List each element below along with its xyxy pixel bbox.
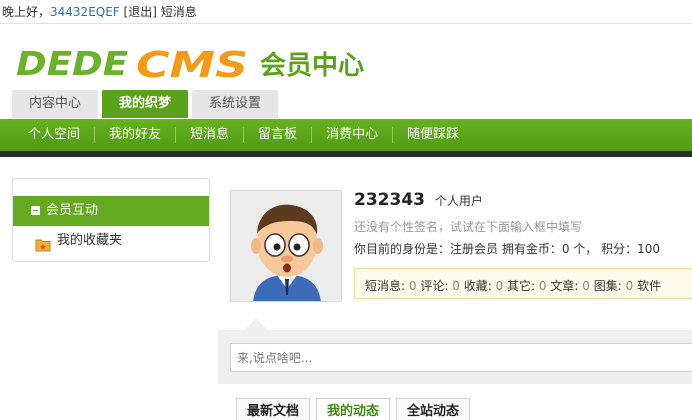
tab-system-settings[interactable]: 系统设置 [192,90,279,118]
username-text: 232343 [354,190,425,210]
stat-albums[interactable]: 图集: 0 [594,279,634,293]
status-post-input[interactable] [230,343,692,372]
logo-dede: DEDE [16,44,129,83]
sidebar: 会员互动 我的收藏夹 [12,178,210,262]
stat-software[interactable]: 软件 [637,279,661,293]
greeting-text: 晚上好， [2,5,51,19]
tab-site-activity[interactable]: 全站动态 [396,398,471,420]
messages-link[interactable]: 短消息 [161,5,197,19]
tab-content-center[interactable]: 内容中心 [12,90,99,118]
tab-latest-docs[interactable]: 最新文档 [236,398,311,420]
nav-item-messages[interactable]: 短消息 [176,127,245,143]
avatar[interactable] [230,190,342,302]
profile-name: 232343 个人用户 [354,190,483,210]
nav-item-browse[interactable]: 随便踩踩 [393,127,473,143]
sidebar-item-label: 我的收藏夹 [57,233,123,248]
logo-subtitle: 会员中心 [260,51,364,81]
tab-my-dream[interactable]: 我的织梦 [102,90,189,118]
tab-my-activity[interactable]: 我的动态 [316,398,391,420]
stats-bar: 短消息: 0 评论: 0 收藏: 0 其它: 0 文章: 0 图集: 0 软件 [354,268,692,299]
stat-comments[interactable]: 评论: 0 [420,279,460,293]
logout-link[interactable]: [退出] [124,5,157,19]
signature-text: 还没有个性签名，试试在下面输入框中填写 [354,220,583,234]
sidebar-item-member-interaction[interactable]: 会员互动 [13,196,209,226]
stat-favorites[interactable]: 收藏: 0 [464,279,504,293]
post-notch [244,318,268,330]
stat-other[interactable]: 其它: 0 [507,279,547,293]
user-role: 个人用户 [434,194,483,208]
nav-item-personal-space[interactable]: 个人空间 [14,127,96,143]
main-nav: 个人空间 我的好友 短消息 留言板 消费中心 随便踩踩 [0,119,692,151]
site-logo[interactable]: DEDE CMS 会员中心 [16,42,386,84]
header-tabs: 内容中心 我的织梦 系统设置 [12,90,282,118]
nav-item-consumption[interactable]: 消费中心 [312,127,394,143]
logo-cms: CMS [136,45,248,84]
nav-divider [0,151,692,157]
sidebar-item-favorites[interactable]: 我的收藏夹 [13,226,209,256]
dedecms-logo: DEDE CMS 会员中心 [16,44,364,84]
header: DEDE CMS 会员中心 内容中心 我的织梦 系统设置 [0,24,692,120]
nav-item-my-friends[interactable]: 我的好友 [95,127,177,143]
stat-articles[interactable]: 文章: 0 [550,279,590,293]
activity-tabs: 最新文档 我的动态 全站动态 [236,398,476,420]
collapse-icon[interactable] [31,206,40,215]
folder-icon [35,234,51,252]
stat-messages[interactable]: 短消息: 0 [365,279,417,293]
nav-item-guestbook[interactable]: 留言板 [244,127,313,143]
username-link[interactable]: 34432EQEF [50,5,120,19]
identity-text: 你目前的身份是：注册会员 拥有金币：0 个， 积分：100 [354,242,660,256]
top-login-bar: 晚上好，34432EQEF [退出] 短消息 [0,0,692,24]
avatar-cartoon-icon [231,191,341,301]
sidebar-item-label: 会员互动 [46,203,99,218]
